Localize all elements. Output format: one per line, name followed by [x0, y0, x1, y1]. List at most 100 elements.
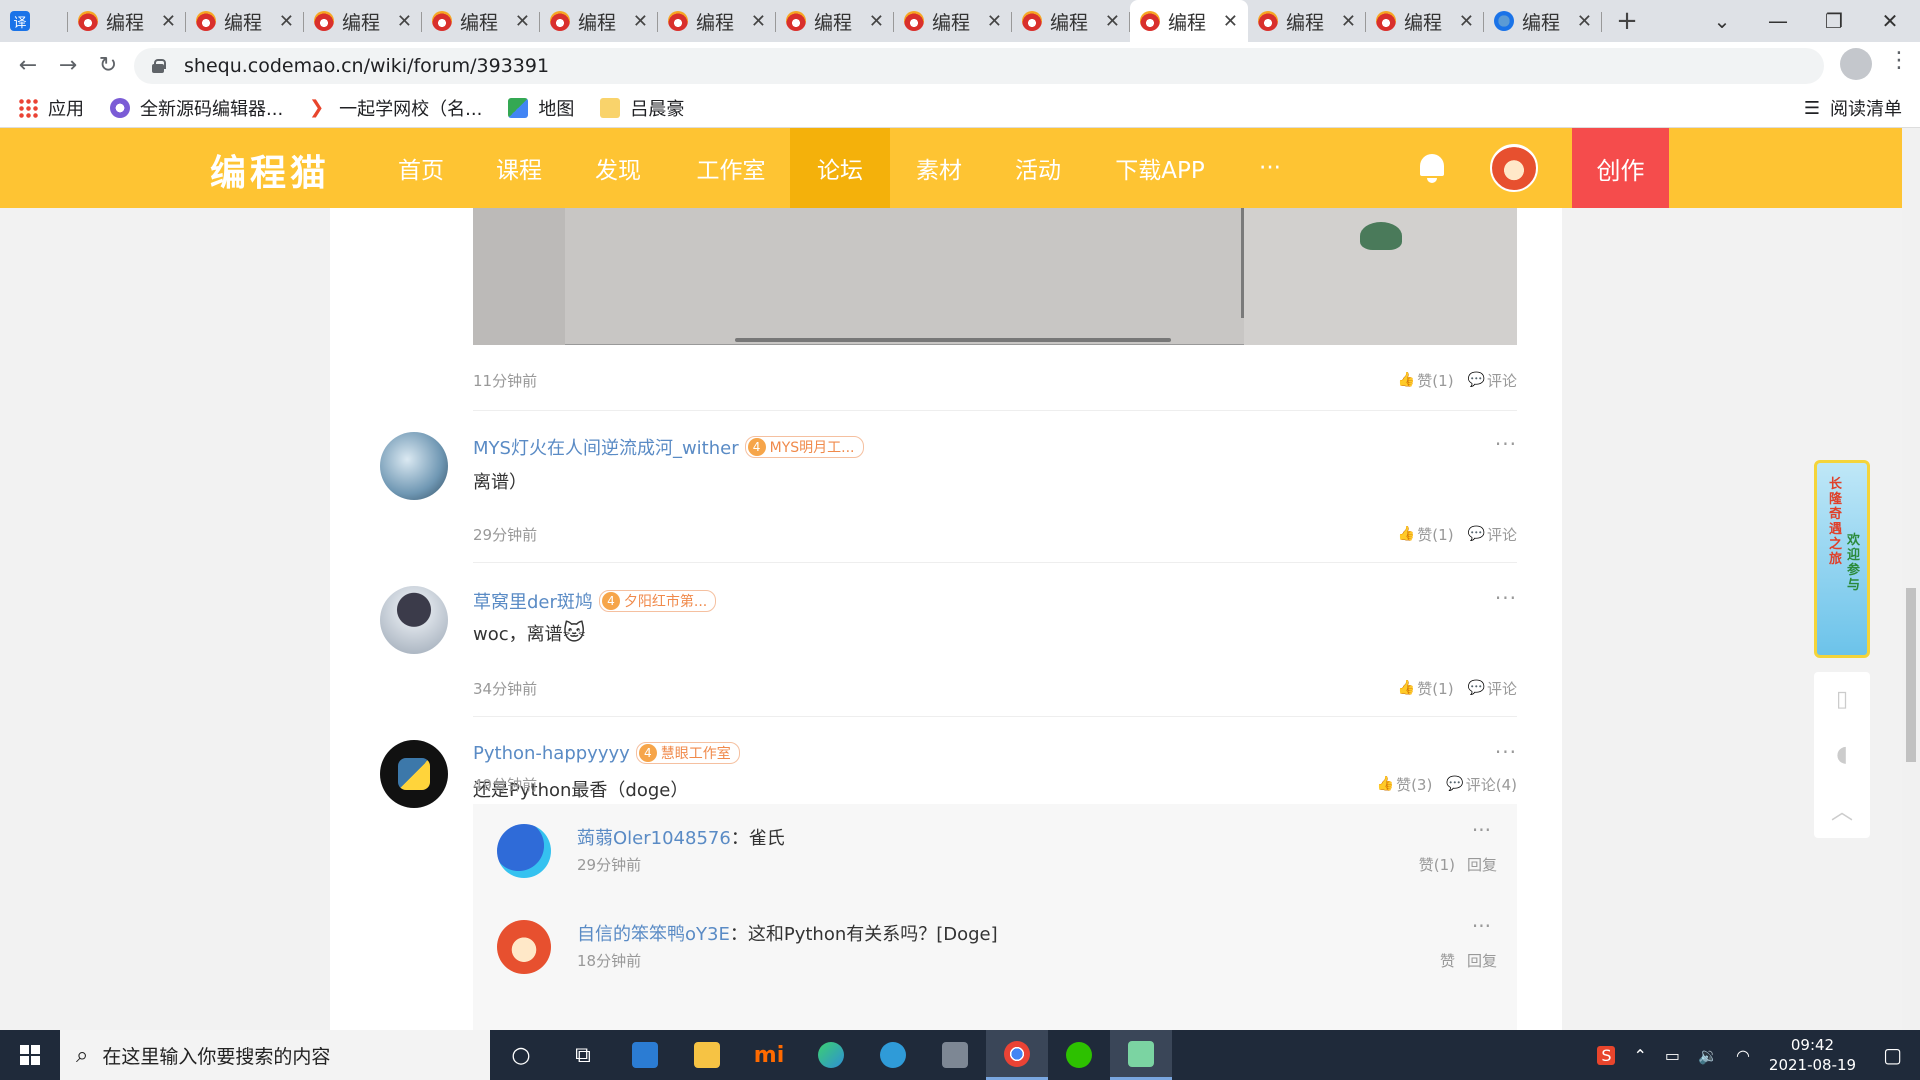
tab-close-icon[interactable]: ✕ — [1459, 11, 1474, 32]
browser-tab[interactable]: 编程 ✕ — [894, 0, 1012, 42]
sogou-ime-icon[interactable]: S — [1597, 1045, 1616, 1065]
restore-button[interactable]: ❐ — [1806, 0, 1862, 42]
browser-tab[interactable]: 编程 ✕ — [776, 0, 894, 42]
tab-search-icon[interactable]: ⌄ — [1694, 0, 1750, 42]
browser-menu-icon[interactable]: ⋮ — [1888, 48, 1910, 73]
tab-close-icon[interactable]: ✕ — [1105, 11, 1120, 32]
browser-tab[interactable]: 编程 ✕ — [186, 0, 304, 42]
nav-discover[interactable]: 发现 — [575, 128, 661, 208]
mobile-icon[interactable]: ▯ — [1814, 672, 1870, 727]
nav-more[interactable]: ··· — [1232, 128, 1308, 208]
studio-badge[interactable]: 4 慧眼工作室 — [635, 742, 740, 764]
tab-close-icon[interactable]: ✕ — [1341, 11, 1356, 32]
bookmark-apps[interactable]: 应用 — [18, 95, 84, 121]
browser-tab[interactable]: 编程 ✕ — [1012, 0, 1130, 42]
back-button[interactable]: ← — [8, 45, 48, 85]
scrollbar-thumb[interactable] — [1906, 588, 1916, 762]
browser-tab[interactable]: 编程 ✕ — [304, 0, 422, 42]
like-button[interactable]: 👍 赞(1) — [1398, 524, 1454, 545]
chrome-icon[interactable] — [986, 1030, 1048, 1080]
nav-forum[interactable]: 论坛 — [790, 128, 890, 208]
tab-close-icon[interactable]: ✕ — [633, 11, 648, 32]
like-button[interactable]: 👍 赞(3) — [1377, 774, 1433, 795]
omnibox[interactable]: shequ.codemao.cn/wiki/forum/393391 ☆ — [134, 48, 1824, 84]
user-avatar[interactable] — [1490, 144, 1538, 192]
nav-courses[interactable]: 课程 — [476, 128, 562, 208]
qq-icon[interactable]: ◖ — [1814, 727, 1870, 782]
reply-button[interactable]: 回复 — [1467, 854, 1497, 875]
browser-tab[interactable]: 编程 ✕ — [1484, 0, 1602, 42]
nav-studio[interactable]: 工作室 — [680, 128, 782, 208]
browser-tab[interactable]: 编程 ✕ — [1248, 0, 1366, 42]
browser-tab[interactable]: 编程 ✕ — [68, 0, 186, 42]
tab-close-icon[interactable]: ✕ — [279, 11, 294, 32]
comment-button[interactable]: 💬 评论(4) — [1446, 774, 1517, 795]
reply-button[interactable]: 回复 — [1467, 950, 1497, 971]
volume-icon[interactable]: 🔉 — [1698, 1046, 1718, 1065]
tab-close-icon[interactable]: ✕ — [515, 11, 530, 32]
profile-avatar[interactable] — [1840, 48, 1872, 80]
more-options-icon[interactable]: ··· — [1472, 914, 1491, 938]
task-view-icon[interactable]: ⧉ — [552, 1030, 614, 1080]
replier-name[interactable]: 蒟蒻Oler1048576 — [577, 828, 731, 849]
start-button[interactable] — [0, 1030, 60, 1080]
nav-download-app[interactable]: 下载APP — [1100, 128, 1220, 208]
reply-like-button[interactable]: 赞(1) — [1419, 854, 1455, 875]
tab-close-icon[interactable]: ✕ — [397, 11, 412, 32]
more-options-icon[interactable]: ··· — [1495, 586, 1517, 610]
edge-icon[interactable] — [862, 1030, 924, 1080]
chevron-up-icon[interactable]: ⌃ — [1633, 1046, 1646, 1065]
browser-tab[interactable]: 编程 ✕ — [540, 0, 658, 42]
nav-home[interactable]: 首页 — [378, 128, 464, 208]
site-logo[interactable]: 编程猫 — [210, 144, 330, 196]
tab-close-icon[interactable]: ✕ — [1223, 11, 1238, 32]
commenter-name[interactable]: MYS灯火在人间逆流成河_wither — [473, 434, 739, 460]
bookmark-folder[interactable]: 吕晨豪 — [600, 95, 684, 121]
bookmark-map[interactable]: 地图 — [508, 95, 574, 121]
more-options-icon[interactable]: ··· — [1472, 818, 1491, 842]
new-tab-button[interactable]: + — [1602, 0, 1652, 42]
browser-tab[interactable]: 编程 ✕ — [1366, 0, 1484, 42]
commenter-name[interactable]: 草窝里der斑鸠 — [473, 588, 593, 614]
reply-like-button[interactable]: 赞 — [1440, 950, 1455, 971]
calculator-icon[interactable] — [924, 1030, 986, 1080]
reading-list[interactable]: ☰ 阅读清单 — [1804, 88, 1902, 128]
wifi-icon[interactable]: ◠ — [1736, 1046, 1750, 1065]
close-window-button[interactable]: ✕ — [1862, 0, 1918, 42]
comment-button[interactable]: 💬 评论 — [1468, 370, 1517, 391]
studio-badge[interactable]: 4 夕阳红市第... — [598, 590, 717, 612]
page-scrollbar[interactable] — [1902, 128, 1920, 1030]
bell-icon[interactable] — [1418, 152, 1446, 184]
comment-button[interactable]: 💬 评论 — [1468, 678, 1517, 699]
event-banner[interactable]: 长隆奇遇之旅 欢迎参与 — [1814, 460, 1870, 658]
battery-icon[interactable]: ▭ — [1665, 1046, 1680, 1065]
replier-avatar[interactable] — [497, 920, 551, 974]
browser-tab[interactable]: 译 — [0, 0, 68, 42]
clock[interactable]: 09:42 2021-08-19 — [1769, 1035, 1856, 1075]
commenter-avatar[interactable] — [380, 432, 448, 500]
tab-close-icon[interactable]: ✕ — [161, 11, 176, 32]
commenter-name[interactable]: Python-happyyyy — [473, 743, 630, 764]
replier-avatar[interactable] — [497, 824, 551, 878]
back-to-top-icon[interactable]: ︿ — [1814, 782, 1870, 837]
more-options-icon[interactable]: ··· — [1495, 740, 1517, 764]
browser-tab[interactable]: 编程 ✕ — [1130, 0, 1248, 42]
replier-name[interactable]: 自信的笨笨鸭oY3E — [577, 924, 730, 945]
minimize-button[interactable]: — — [1750, 0, 1806, 42]
mi-icon[interactable]: mi — [738, 1030, 800, 1080]
tab-close-icon[interactable]: ✕ — [1577, 11, 1592, 32]
nav-materials[interactable]: 素材 — [896, 128, 982, 208]
media-player-icon[interactable] — [800, 1030, 862, 1080]
like-button[interactable]: 👍 赞(1) — [1398, 370, 1454, 391]
app-icon[interactable] — [1110, 1030, 1172, 1080]
post-image[interactable] — [473, 208, 1517, 345]
comment-button[interactable]: 💬 评论 — [1468, 524, 1517, 545]
file-explorer-icon[interactable] — [676, 1030, 738, 1080]
tab-close-icon[interactable]: ✕ — [751, 11, 766, 32]
create-button[interactable]: 创作 — [1572, 128, 1669, 208]
tab-close-icon[interactable]: ✕ — [869, 11, 884, 32]
more-options-icon[interactable]: ··· — [1495, 432, 1517, 456]
notification-icon[interactable]: ▢ — [1883, 1043, 1902, 1067]
taskbar-search[interactable]: ⌕ 在这里输入你要搜索的内容 — [60, 1030, 490, 1080]
browser-tab[interactable]: 编程 ✕ — [658, 0, 776, 42]
